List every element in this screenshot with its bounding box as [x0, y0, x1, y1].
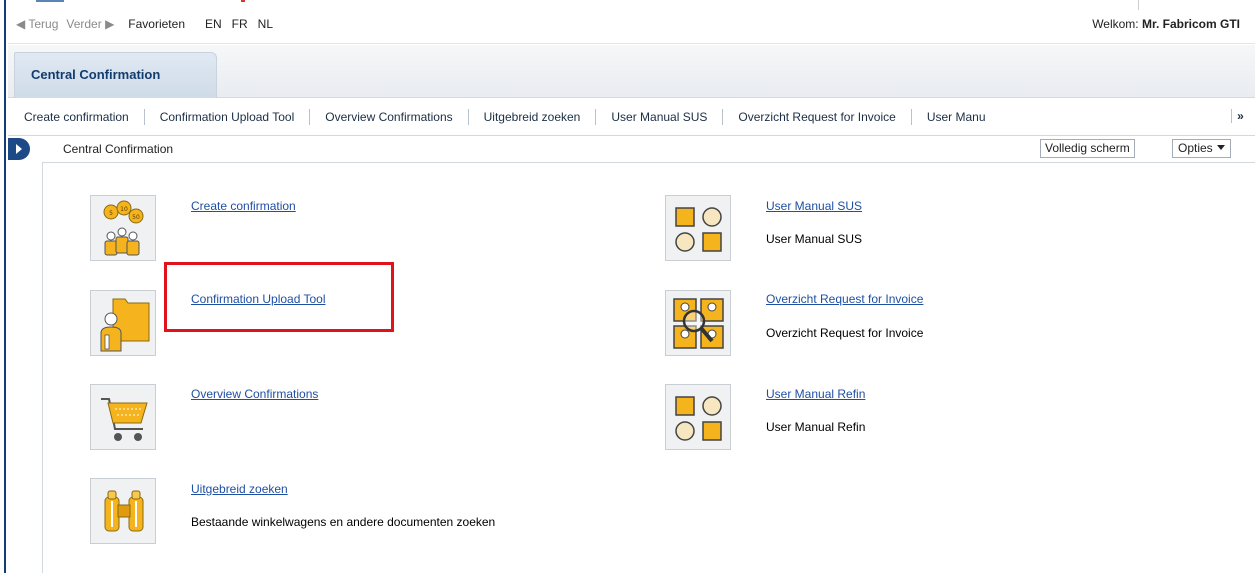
dropdown-triangle-icon [1216, 145, 1225, 150]
back-link[interactable]: ◀ Terug [16, 17, 58, 31]
uitgebreid-zoeken-description: Bestaande winkelwagens en andere documen… [191, 515, 496, 529]
welcome-user: Mr. Fabricom GTI [1141, 17, 1240, 31]
people-magnifier-icon[interactable] [665, 290, 731, 356]
svg-text:5: 5 [109, 210, 113, 217]
language-nl[interactable]: NL [258, 17, 273, 31]
options-label: Opties [1178, 141, 1213, 155]
top-accent-dot [241, 0, 245, 2]
uitgebreid-zoeken-link[interactable]: Uitgebreid zoeken [191, 482, 288, 496]
create-confirmation-link[interactable]: Create confirmation [191, 199, 296, 213]
left-frame-stripe [0, 0, 6, 573]
highlight-annotation-box [164, 262, 394, 332]
shapes-grid-icon[interactable] [665, 384, 731, 450]
favorites-menu[interactable]: Favorieten [128, 17, 185, 31]
user-manual-refin-link[interactable]: User Manual Refin [766, 387, 865, 401]
more-tabs-button[interactable]: » [1231, 109, 1249, 123]
subtab-user-manual[interactable]: User Manu [912, 109, 1001, 125]
fullscreen-button[interactable]: Volledig scherm [1040, 139, 1135, 158]
tab-label: Central Confirmation [31, 67, 161, 82]
svg-text:10: 10 [120, 206, 128, 213]
nav-panel-toggle[interactable] [8, 138, 30, 160]
top-accent-line [36, 0, 64, 2]
tab-central-confirmation[interactable]: Central Confirmation [14, 52, 217, 98]
subtab-confirmation-upload-tool[interactable]: Confirmation Upload Tool [145, 109, 311, 125]
language-fr[interactable]: FR [232, 17, 248, 31]
language-en[interactable]: EN [205, 17, 222, 31]
arrow-right-icon [16, 144, 22, 154]
content-title: Central Confirmation [63, 142, 174, 156]
subtab-uitgebreid-zoeken[interactable]: Uitgebreid zoeken [469, 109, 597, 125]
welcome-prefix: Welkom: [1092, 17, 1139, 31]
welcome-text: Welkom: Mr. Fabricom GTI [1092, 17, 1240, 31]
svg-text:50: 50 [132, 214, 140, 221]
overview-confirmations-link[interactable]: Overview Confirmations [191, 387, 318, 401]
top-navigation-bar: ◀ Terug Verder ▶ Favorieten EN FR NL Wel… [8, 0, 1255, 44]
user-manual-sus-description: User Manual SUS [766, 232, 863, 246]
shopping-cart-icon[interactable] [90, 384, 156, 450]
user-manual-refin-description: User Manual Refin [766, 420, 866, 434]
options-button[interactable]: Opties [1172, 139, 1231, 158]
subtab-overzicht-rfi[interactable]: Overzicht Request for Invoice [723, 109, 912, 125]
content-header: Central Confirmation Volledig scherm Opt… [8, 136, 1255, 162]
coins-people-icon[interactable]: 5 10 50 [90, 195, 156, 261]
subtab-create-confirmation[interactable]: Create confirmation [8, 109, 145, 125]
content-panel [42, 162, 1255, 573]
binoculars-icon[interactable] [90, 478, 156, 544]
folder-person-icon[interactable] [90, 290, 156, 356]
history-nav: ◀ Terug Verder ▶ Favorieten EN FR NL [16, 17, 283, 31]
user-manual-sus-link[interactable]: User Manual SUS [766, 199, 862, 213]
overzicht-rfi-link[interactable]: Overzicht Request for Invoice [766, 292, 923, 306]
shapes-grid-icon[interactable] [665, 195, 731, 261]
subtab-bar: Create confirmation Confirmation Upload … [8, 98, 1255, 136]
subtab-overview-confirmations[interactable]: Overview Confirmations [310, 109, 469, 125]
subtab-user-manual-sus[interactable]: User Manual SUS [596, 109, 724, 125]
top-divider [1138, 0, 1139, 10]
forward-link[interactable]: Verder ▶ [66, 17, 114, 31]
overzicht-rfi-description: Overzicht Request for Invoice [766, 326, 924, 340]
